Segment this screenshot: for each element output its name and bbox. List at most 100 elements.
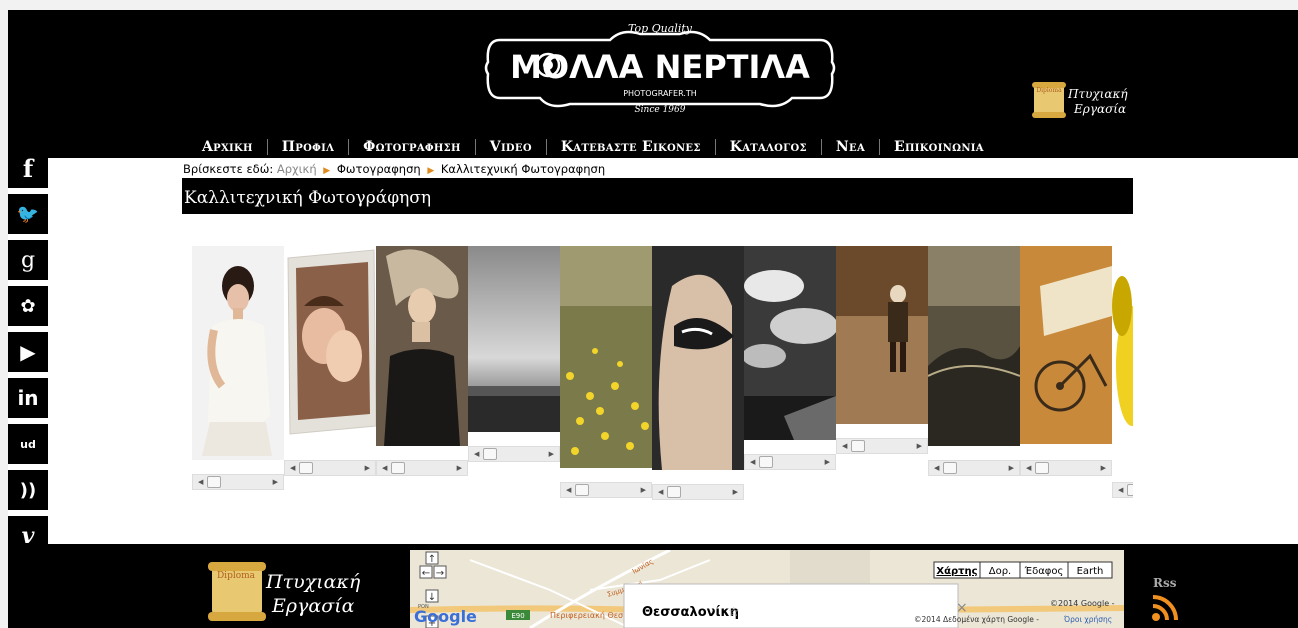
nav-item-catalog[interactable]: Καταλογος [716,139,821,155]
google-plus-glyph: g [20,247,36,273]
site-footer: Diploma Πτυχιακή Εργασία Συμμαχική Ιωνία… [8,544,1298,628]
main-nav: Αρχικη Προφιλ Φωτογραφηση Video Κατεβαστ… [188,136,998,158]
slider-thumb[interactable] [759,456,774,468]
photo-slider[interactable]: ◀▶ [560,482,652,498]
gallery-photo[interactable]: ◀▶ [192,246,284,490]
social-sidebar: f 🐦 g ✿ ▶ in ud )) v [8,148,48,562]
facebook-glyph: f [22,153,34,183]
nav-item-profile[interactable]: Προφιλ [268,139,348,155]
gallery-photo[interactable]: ◀▶ [284,246,377,476]
photo-masked-face[interactable] [652,246,744,470]
google-plus-icon[interactable]: g [8,240,48,280]
photo-woman-leather[interactable] [376,246,468,446]
photo-slider[interactable]: ◀▶ [468,446,560,462]
slider-thumb[interactable] [575,484,590,496]
page: Top Quality ΜΟΛΛΑ ΝΕΡΤΙΛΑ PHOTOGRAFER.TH… [8,10,1298,628]
photo-slider[interactable]: ◀▶ [652,484,744,500]
map-type-satellite: Δορ. [989,566,1012,577]
photo-couple-framed[interactable] [284,246,377,460]
photo-wave-water[interactable] [927,246,1021,446]
photo-slider[interactable]: ◀▶ [744,454,836,470]
slider-thumb[interactable] [391,462,406,474]
gallery-photo[interactable]: ◀▶ [1020,246,1112,476]
photo-slider[interactable]: ◀▶ [376,460,468,476]
map-data-credit: ©2014 Δεδομένα χάρτη Google - [914,615,1039,624]
slider-thumb[interactable] [1127,484,1133,496]
map-type-map: Χάρτης [936,565,977,577]
linkedin-icon[interactable]: in [8,378,48,418]
map-info-close-icon: × [956,600,968,616]
breadcrumb-prefix: Βρίσκεστε εδώ: [183,162,274,176]
nav-item-home[interactable]: Αρχικη [188,139,267,155]
photo-slider[interactable]: ◀▶ [1112,482,1133,498]
slider-thumb[interactable] [483,448,498,460]
gallery-photo[interactable]: ◀▶ [652,246,744,500]
photo-slider[interactable]: ◀▶ [284,460,376,476]
photo-man-walking-sepia[interactable] [836,246,928,424]
logo-sub: PHOTOGRAFER.TH [623,89,697,98]
svg-text:↓: ↓ [428,592,436,603]
nav-item-photography[interactable]: Φωτογραφηση [349,139,475,155]
myspace-icon[interactable]: ✿ [8,286,48,326]
diploma-line2: Εργασία [1073,102,1126,116]
photo-slider[interactable]: ◀▶ [836,438,928,454]
gallery-photo[interactable]: ◀▶ [927,246,1021,476]
map-canvas[interactable]: Συμμαχική Ιωνίας Περιφερειακή Θεσ E90 ΡΟ… [410,550,1124,628]
twitter-icon[interactable]: 🐦 [8,194,48,234]
gallery-photo[interactable]: ◀▶ [836,246,928,454]
photo-misty-waterfall[interactable] [468,246,560,432]
map-type-earth: Earth [1077,566,1104,577]
slider-thumb[interactable] [943,462,958,474]
slider-thumb[interactable] [667,486,682,498]
youtube-glyph: ▶ [20,340,36,364]
footer-diploma-line2: Εργασία [271,595,355,617]
map-star-icon: ☆ [728,605,740,620]
gallery-photo[interactable]: ◀▶ [742,246,838,470]
gallery-photo[interactable]: ◀▶ [376,246,468,476]
photo-yellow-flower-field[interactable] [560,246,652,468]
nav-item-contact[interactable]: Επικοινωνια [880,139,998,155]
map-type-terrain: Έδαφος [1024,565,1064,577]
youtube-icon[interactable]: ▶ [8,332,48,372]
google-map[interactable]: Συμμαχική Ιωνίας Περιφερειακή Θεσ E90 ΡΟ… [410,550,1124,628]
diploma-logo-footer[interactable]: Diploma Πτυχιακή Εργασία [208,560,368,624]
photo-yellow-flower-closeup[interactable] [1112,246,1133,464]
map-type-control[interactable]: Χάρτης Δορ. Έδαφος Earth [933,561,1113,579]
nav-item-news[interactable]: Νεα [822,139,879,155]
breadcrumb-arrow-icon: ▶ [427,166,435,176]
rss-icon[interactable]: )) [8,470,48,510]
nav-item-video[interactable]: Video [476,139,546,155]
svg-text:↑: ↑ [428,554,436,565]
photo-dramatic-clouds[interactable] [742,246,838,440]
rss-label: Rss [1153,576,1177,590]
diploma-logo-header[interactable]: Diploma Πτυχιακή Εργασία [1032,80,1142,120]
nav-item-downloads[interactable]: Κατεβαστε Εικονες [547,139,715,155]
slider-thumb[interactable] [1035,462,1050,474]
photo-portrait-woman[interactable] [192,246,284,460]
twitter-glyph: 🐦 [16,203,40,225]
gallery-photo[interactable]: ◀▶ [560,246,652,498]
gallery-photo[interactable]: ◀▶ [1112,246,1133,498]
facebook-icon[interactable]: f [8,148,48,188]
photo-slider[interactable]: ◀▶ [1020,460,1112,476]
soundcloud-icon[interactable]: ud [8,424,48,464]
breadcrumb-home-link[interactable]: Αρχική [277,162,317,176]
slider-thumb[interactable] [851,440,866,452]
breadcrumb-arrow-icon: ▶ [323,166,331,176]
slider-thumb[interactable] [299,462,314,474]
rss-feed-icon[interactable] [1151,594,1179,622]
breadcrumb-section-link[interactable]: Φωτογραφηση [337,162,421,176]
page-title: Καλλιτεχνική Φωτογράφηση [184,188,432,208]
photo-gallery: ◀ ▶ ◀ ▶ ◀ ▶ ◀ ▶ ◀ ▶ ◀ ▶ ◀ ▶ ◀ ▶ ◀ ▶ ◀ ▶ … [192,246,1133,506]
photo-slider[interactable]: ◀▶ [192,474,284,490]
logo-since: Since 1969 [635,105,686,115]
gallery-photo[interactable]: ◀▶ [468,246,560,462]
linkedin-glyph: in [17,386,39,410]
photo-slider[interactable]: ◀▶ [928,460,1020,476]
diploma-line1: Πτυχιακή [1067,87,1128,101]
svg-text:→: → [436,568,444,579]
map-terms-link: Όροι χρήσης [1063,615,1112,624]
photo-bicycle-sign[interactable] [1020,246,1112,444]
site-logo[interactable]: Top Quality ΜΟΛΛΑ ΝΕΡΤΙΛΑ PHOTOGRAFER.TH… [480,18,840,118]
slider-thumb[interactable] [207,476,222,488]
